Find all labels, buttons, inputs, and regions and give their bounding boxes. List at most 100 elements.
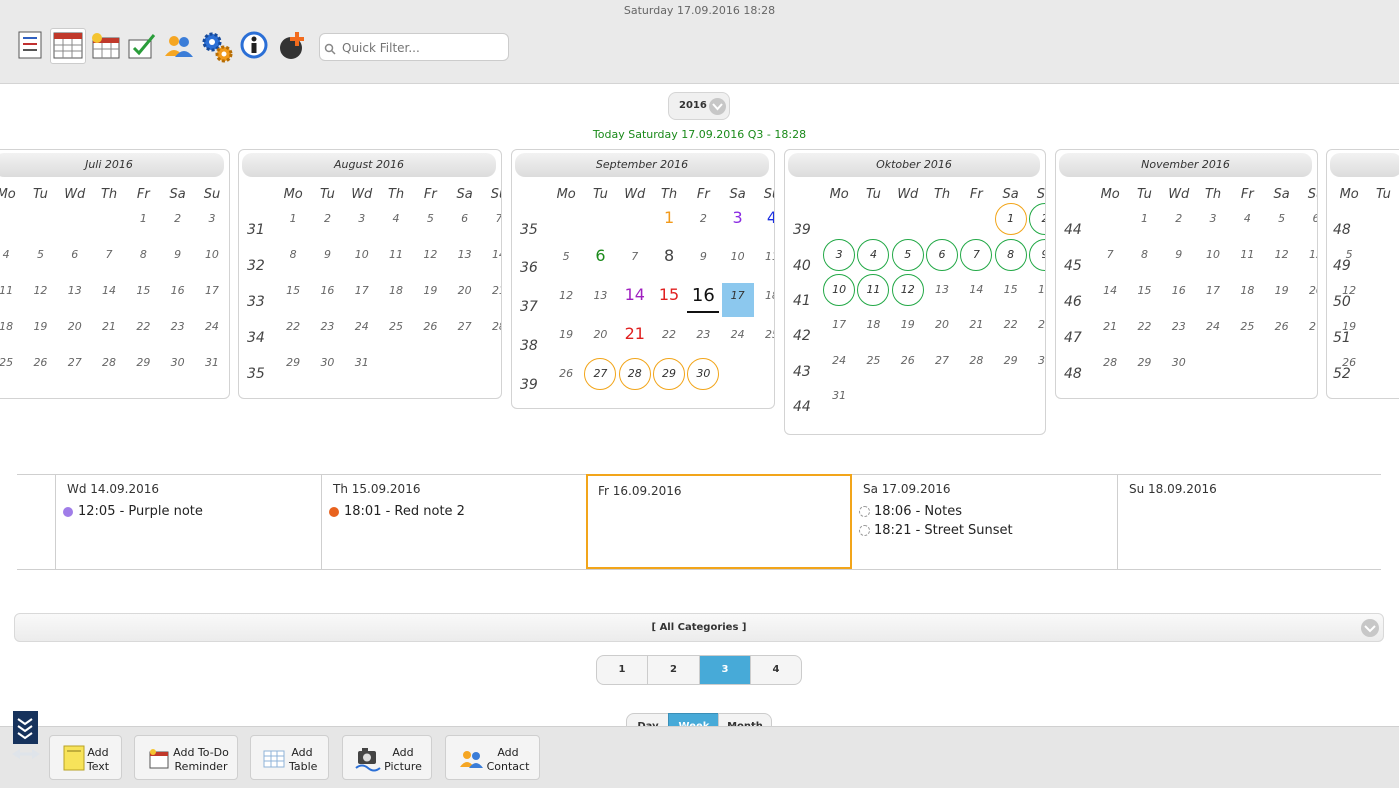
- day-cell[interactable]: 11: [856, 283, 890, 296]
- day-cell[interactable]: 6: [58, 248, 92, 261]
- day-cell[interactable]: 28: [92, 356, 126, 369]
- day-cell[interactable]: 27: [448, 320, 482, 333]
- day-cell[interactable]: 24: [195, 320, 229, 333]
- day-cell[interactable]: 22: [126, 320, 160, 333]
- day-cell[interactable]: 13: [583, 289, 617, 302]
- day-cell[interactable]: 4: [1230, 212, 1264, 225]
- day-cell[interactable]: 22: [994, 318, 1028, 331]
- day-cell[interactable]: 9: [161, 248, 195, 261]
- day-cell[interactable]: 7: [92, 248, 126, 261]
- info-icon[interactable]: [239, 30, 271, 62]
- day-cell[interactable]: 24: [345, 320, 379, 333]
- day-cell[interactable]: 24: [721, 328, 755, 341]
- day-column[interactable]: Sa 17.09.2016 18:06 - Notes 18:21 - Stre…: [852, 475, 1118, 569]
- day-cell[interactable]: 1: [1127, 212, 1161, 225]
- add-picture-button[interactable]: Add Picture: [342, 735, 432, 780]
- day-cell[interactable]: 21: [92, 320, 126, 333]
- day-cell[interactable]: 21: [482, 284, 501, 297]
- day-cell[interactable]: 15: [276, 284, 310, 297]
- day-cell[interactable]: 25: [379, 320, 413, 333]
- add-plugin-icon[interactable]: [276, 30, 308, 62]
- day-cell[interactable]: 4: [856, 248, 890, 261]
- day-cell[interactable]: 16: [1162, 284, 1196, 297]
- day-cell[interactable]: 10: [822, 283, 856, 296]
- day-cell[interactable]: 13: [925, 283, 959, 296]
- month-title[interactable]: Oktober 2016: [788, 153, 1040, 177]
- day-cell[interactable]: 8: [652, 246, 686, 265]
- day-cell[interactable]: 11: [0, 284, 23, 297]
- day-cell[interactable]: 2: [161, 212, 195, 225]
- day-cell[interactable]: 9: [310, 248, 344, 261]
- day-cell[interactable]: 21: [1093, 320, 1127, 333]
- add-todo-reminder-button[interactable]: Add To-Do Reminder: [134, 735, 238, 780]
- day-cell[interactable]: 1: [994, 212, 1028, 225]
- day-cell[interactable]: 12: [1265, 248, 1299, 261]
- day-cell[interactable]: 18: [0, 320, 23, 333]
- tab-week[interactable]: Week: [668, 713, 720, 727]
- day-cell[interactable]: 16: [310, 284, 344, 297]
- calendar-view-icon[interactable]: [50, 28, 86, 64]
- day-cell[interactable]: 16: [161, 284, 195, 297]
- day-column[interactable]: Wd 14.09.2016 12:05 - Purple note: [55, 475, 321, 569]
- day-cell[interactable]: 12: [413, 248, 447, 261]
- year-selector[interactable]: 2016: [668, 92, 730, 120]
- day-cell[interactable]: 23: [161, 320, 195, 333]
- day-cell[interactable]: 30: [686, 367, 720, 380]
- day-cell[interactable]: 24: [822, 354, 856, 367]
- day-cell[interactable]: 31: [195, 356, 229, 369]
- day-cell[interactable]: 12: [1332, 284, 1366, 297]
- day-cell[interactable]: 20: [1299, 284, 1317, 297]
- day-cell[interactable]: 17: [721, 289, 755, 302]
- day-cell[interactable]: 30: [1028, 354, 1045, 367]
- day-cell[interactable]: 12: [23, 284, 57, 297]
- day-cell[interactable]: 18: [1230, 284, 1264, 297]
- month-title[interactable]: November 2016: [1059, 153, 1312, 177]
- month-title[interactable]: [1330, 153, 1399, 177]
- day-cell[interactable]: 11: [379, 248, 413, 261]
- day-column-selected[interactable]: Fr 16.09.2016: [586, 474, 852, 569]
- day-cell[interactable]: 26: [413, 320, 447, 333]
- day-cell[interactable]: 20: [448, 284, 482, 297]
- day-cell[interactable]: 15: [126, 284, 160, 297]
- day-cell[interactable]: 26: [891, 354, 925, 367]
- day-cell[interactable]: 17: [822, 318, 856, 331]
- day-column[interactable]: Su 18.09.2016: [1117, 475, 1381, 569]
- table-view-icon[interactable]: [89, 30, 121, 62]
- day-cell[interactable]: 10: [1196, 248, 1230, 261]
- add-contact-button[interactable]: Add Contact: [445, 735, 540, 780]
- day-cell[interactable]: 11: [1230, 248, 1264, 261]
- day-cell[interactable]: 14: [618, 285, 652, 304]
- day-cell[interactable]: 25: [0, 356, 23, 369]
- contacts-icon[interactable]: [163, 30, 195, 62]
- day-cell[interactable]: 10: [345, 248, 379, 261]
- day-cell[interactable]: 18: [379, 284, 413, 297]
- day-cell[interactable]: 7: [959, 248, 993, 261]
- day-cell[interactable]: 5: [1265, 212, 1299, 225]
- settings-gears-icon[interactable]: [200, 30, 233, 63]
- day-cell[interactable]: 13: [448, 248, 482, 261]
- day-cell[interactable]: 15: [652, 285, 686, 304]
- page-button-1[interactable]: 1: [596, 655, 648, 685]
- day-cell[interactable]: 19: [23, 320, 57, 333]
- day-cell[interactable]: 29: [276, 356, 310, 369]
- day-cell[interactable]: 1: [126, 212, 160, 225]
- day-cell[interactable]: 28: [959, 354, 993, 367]
- day-cell[interactable]: 25: [856, 354, 890, 367]
- day-cell[interactable]: 2: [686, 212, 720, 225]
- day-cell[interactable]: 13: [1299, 248, 1317, 261]
- day-cell[interactable]: 8: [1127, 248, 1161, 261]
- day-cell[interactable]: 21: [959, 318, 993, 331]
- list-view-icon[interactable]: [16, 30, 48, 62]
- day-cell[interactable]: 18: [755, 289, 774, 302]
- day-cell[interactable]: 22: [652, 328, 686, 341]
- day-cell[interactable]: 15: [994, 283, 1028, 296]
- day-cell[interactable]: 8: [126, 248, 160, 261]
- day-cell[interactable]: 7: [1093, 248, 1127, 261]
- day-cell[interactable]: 3: [721, 208, 755, 227]
- day-cell[interactable]: 19: [413, 284, 447, 297]
- day-cell[interactable]: 3: [195, 212, 229, 225]
- day-cell[interactable]: 26: [23, 356, 57, 369]
- day-cell[interactable]: 18: [856, 318, 890, 331]
- day-cell[interactable]: 28: [1093, 356, 1127, 369]
- day-cell[interactable]: 5: [23, 248, 57, 261]
